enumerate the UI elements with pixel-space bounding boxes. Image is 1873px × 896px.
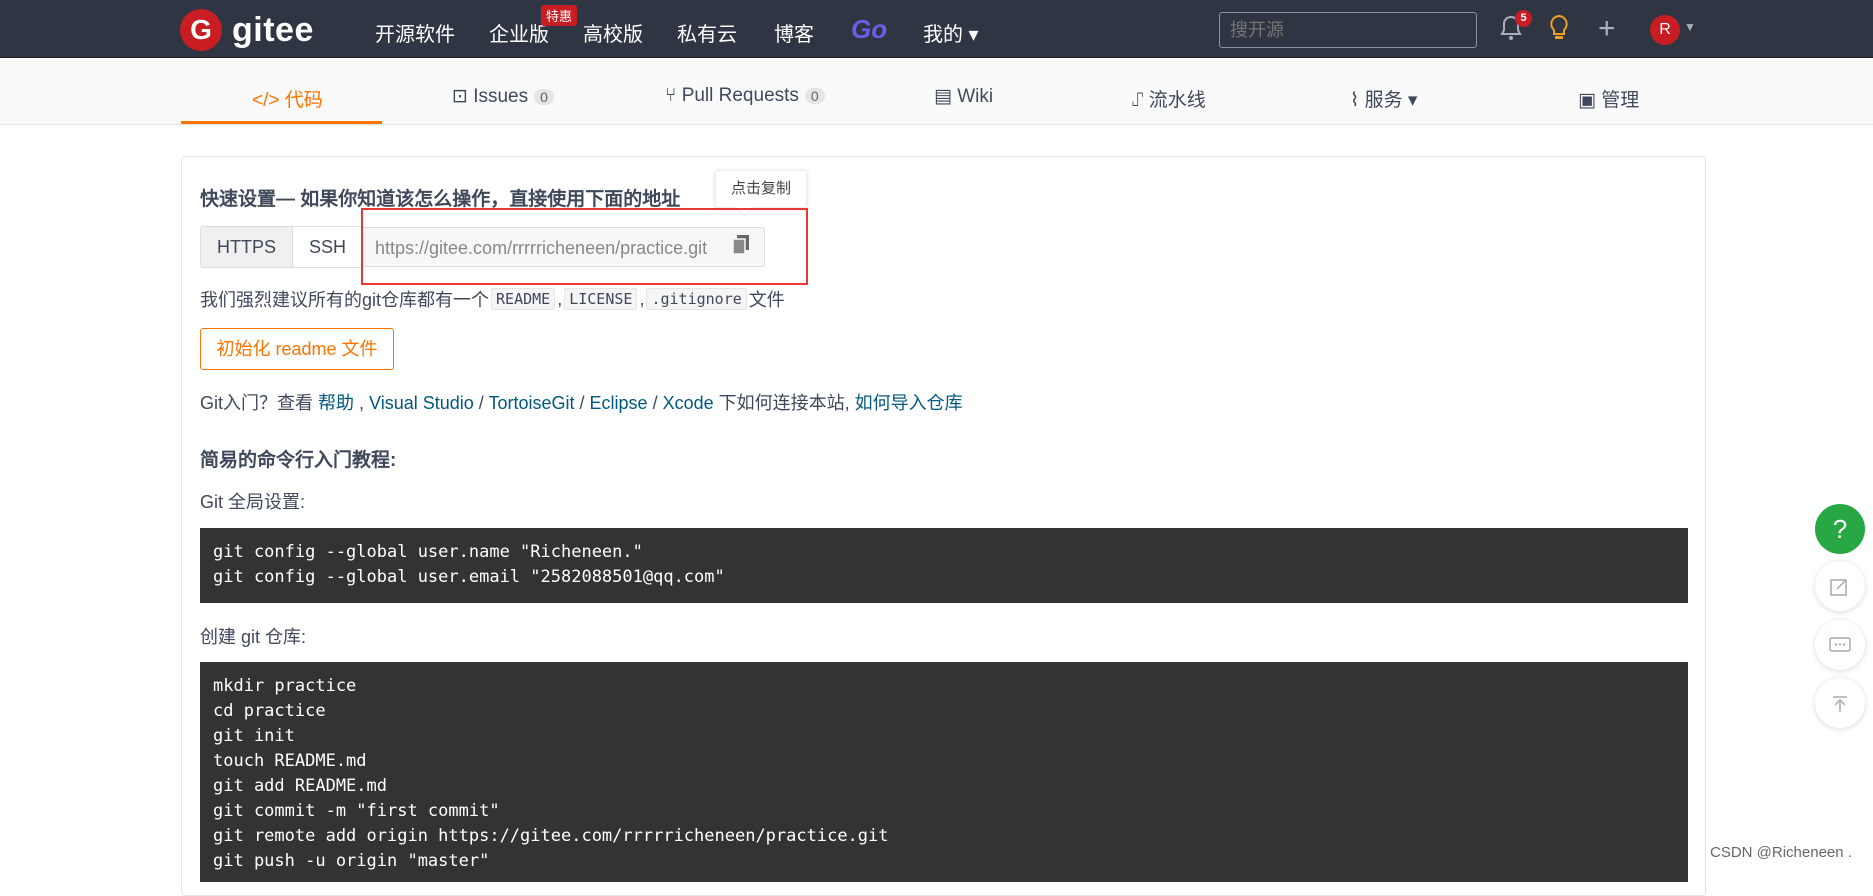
gitignore-tag: .gitignore xyxy=(646,288,747,310)
nav-university[interactable]: 高校版 xyxy=(583,18,643,47)
tab-issues[interactable]: ⊡ Issues 0 xyxy=(452,85,554,108)
chevron-down-icon[interactable]: ▼ xyxy=(1684,20,1696,34)
tab-manage[interactable]: ▣ 管理 xyxy=(1578,85,1639,112)
plus-icon[interactable]: + xyxy=(1598,12,1616,46)
gitee-logo-text: gitee xyxy=(232,10,314,49)
tortoisegit-link[interactable]: TortoiseGit xyxy=(488,393,574,413)
highlight-annotation-box xyxy=(361,208,808,285)
tab-wiki-label: Wiki xyxy=(957,86,994,107)
tab-pipeline-label: 流水线 xyxy=(1148,90,1206,111)
recommend-suffix: 文件 xyxy=(748,290,785,310)
pr-count: 0 xyxy=(804,88,825,104)
nav-open-source[interactable]: 开源软件 xyxy=(375,18,455,47)
help-link[interactable]: 帮助 xyxy=(318,393,354,413)
recommend-prefix: 我们强烈建议所有的git仓库都有一个 xyxy=(200,290,490,310)
tab-wiki[interactable]: ▤ Wiki xyxy=(934,85,993,108)
https-button[interactable]: HTTPS xyxy=(201,227,294,267)
edit-float-button[interactable] xyxy=(1815,561,1865,611)
tab-services[interactable]: ⌇ 服务 ▾ xyxy=(1350,85,1417,112)
issues-count: 0 xyxy=(534,89,554,105)
issues-icon: ⊡ xyxy=(452,86,474,107)
import-repo-link[interactable]: 如何导入仓库 xyxy=(855,393,963,413)
init-readme-button[interactable]: 初始化 readme 文件 xyxy=(200,328,394,370)
tab-pipeline[interactable]: ⑀ 流水线 xyxy=(1132,85,1206,112)
tutorial-heading: 简易的命令行入门教程: xyxy=(200,450,397,471)
tab-manage-label: 管理 xyxy=(1601,90,1640,111)
csdn-watermark: CSDN @Richeneen . xyxy=(1710,844,1852,861)
global-settings-label: Git 全局设置: xyxy=(200,492,306,512)
recommend-text: 我们强烈建议所有的git仓库都有一个 README, LICENSE, .git… xyxy=(200,286,785,312)
back-to-top-float-button[interactable] xyxy=(1815,678,1865,728)
pipeline-icon: ⑀ xyxy=(1132,90,1149,111)
nav-blog[interactable]: 博客 xyxy=(774,18,814,47)
visual-studio-link[interactable]: Visual Studio xyxy=(369,393,474,413)
nav-mine-dropdown[interactable]: 我的 ▾ xyxy=(923,18,979,47)
protocol-switch: HTTPS SSH xyxy=(200,226,364,268)
tab-pr-label: Pull Requests xyxy=(681,85,799,106)
active-tab-underline xyxy=(181,121,382,124)
eclipse-link[interactable]: Eclipse xyxy=(590,393,648,413)
notification-count: 5 xyxy=(1515,10,1532,27)
pull-request-icon: ⑂ xyxy=(665,85,682,106)
tab-issues-label: Issues xyxy=(473,86,529,107)
tab-code[interactable]: </> 代码 xyxy=(252,85,323,112)
edit-icon xyxy=(1830,575,1850,597)
top-navbar: G gitee 开源软件 企业版 特惠 高校版 私有云 博客 Go 我的 ▾ 5… xyxy=(0,0,1873,58)
lightbulb-icon[interactable] xyxy=(1548,14,1570,49)
git-help-line: Git入门？查看 帮助 , Visual Studio / TortoiseGi… xyxy=(200,393,963,413)
nav-go[interactable]: Go xyxy=(851,14,887,45)
back-to-top-icon xyxy=(1830,692,1850,714)
create-repo-label: 创建 git 仓库: xyxy=(200,627,307,647)
repo-tabbar: </> 代码 ⊡ Issues 0 ⑂ Pull Requests 0 ▤ Wiki… xyxy=(0,59,1873,125)
avatar[interactable]: R xyxy=(1650,15,1680,45)
quick-setup-heading: 快速设置— 如果你知道该怎么操作，直接使用下面的地址 xyxy=(200,189,681,210)
help-prefix: Git入门？查看 xyxy=(200,393,314,413)
create-repo-code: mkdir practice cd practice git init touc… xyxy=(200,662,1688,882)
help-mid: 下如何连接本站, xyxy=(718,393,850,413)
nav-private-cloud[interactable]: 私有云 xyxy=(677,18,737,47)
gitee-logo-icon: G xyxy=(180,9,222,51)
promo-badge: 特惠 xyxy=(541,5,578,26)
nav-enterprise[interactable]: 企业版 特惠 xyxy=(489,5,578,47)
document-icon: ▣ xyxy=(1578,90,1602,111)
license-tag: LICENSE xyxy=(564,288,638,310)
help-float-button[interactable]: ? xyxy=(1815,504,1865,554)
book-icon: ▤ xyxy=(934,86,958,107)
global-config-code: git config --global user.name "Richeneen… xyxy=(200,528,1688,603)
chat-icon xyxy=(1829,634,1851,656)
tab-services-label: 服务 ▾ xyxy=(1364,90,1418,111)
readme-tag: README xyxy=(491,288,556,310)
nav-enterprise-label: 企业版 xyxy=(489,24,549,46)
xcode-link[interactable]: Xcode xyxy=(663,393,714,413)
ssh-button[interactable]: SSH xyxy=(293,227,362,267)
search-input[interactable] xyxy=(1219,12,1477,48)
tab-pull-requests[interactable]: ⑂ Pull Requests 0 xyxy=(665,85,825,107)
chat-float-button[interactable] xyxy=(1815,620,1865,670)
copy-tooltip: 点击复制 xyxy=(715,170,807,208)
gitee-logo[interactable]: G gitee xyxy=(180,9,314,51)
pulse-icon: ⌇ xyxy=(1350,90,1365,111)
